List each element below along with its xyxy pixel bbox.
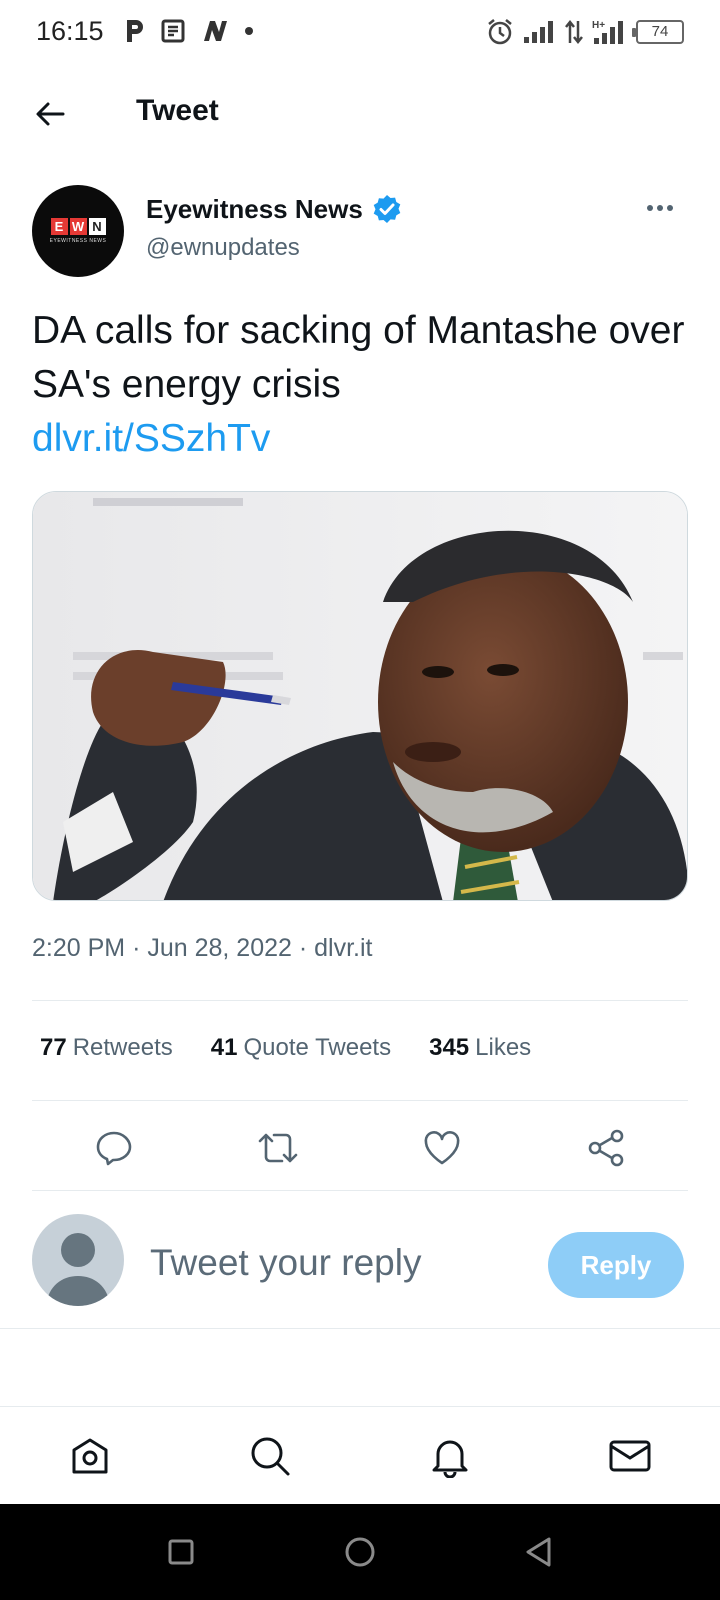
tweet-time: 2:20 PM — [32, 934, 126, 962]
circle-icon — [345, 1537, 375, 1567]
dot-icon — [245, 27, 253, 35]
status-bar: 16:15 H+ 74 — [0, 0, 720, 64]
retweets-count: 77 — [40, 1034, 67, 1061]
alarm-icon — [488, 19, 512, 45]
ewn-logo-e: E — [50, 218, 68, 235]
battery-icon: 74 — [632, 20, 684, 44]
author-name[interactable]: Eyewitness News — [146, 194, 363, 225]
tweet-stats: 77 Retweets 41 Quote Tweets 345 Likes — [40, 1034, 531, 1062]
ewn-logo-w: W — [69, 218, 87, 235]
bell-icon — [432, 1440, 468, 1478]
ewn-logo-sub: EYEWITNESS NEWS — [49, 238, 107, 244]
arrow-left-icon — [36, 102, 65, 126]
tweet-link[interactable]: dlvr.it/SSzhTv — [32, 412, 270, 466]
like-action-button[interactable] — [418, 1124, 466, 1172]
status-right-icons: H+ 74 — [486, 18, 684, 46]
hplus-signal-icon: H+ — [592, 20, 623, 44]
tweet-meta: 2:20 PM · Jun 28, 2022 · dlvr.it — [32, 934, 373, 963]
more-dot-icon — [647, 205, 653, 211]
status-time: 16:15 — [36, 16, 104, 46]
ewn-logo-n: N — [88, 218, 106, 235]
search-icon — [251, 1437, 290, 1476]
tweet-source[interactable]: dlvr.it — [314, 934, 372, 962]
author-handle[interactable]: @ewnupdates — [146, 234, 300, 262]
signal-icon — [524, 21, 553, 43]
system-nav-bar — [0, 1504, 720, 1600]
user-avatar[interactable] — [32, 1214, 124, 1306]
back-system-button[interactable] — [518, 1531, 560, 1573]
divider — [32, 1000, 688, 1001]
author-avatar[interactable]: E W N EYEWITNESS NEWS — [32, 185, 124, 277]
share-icon — [588, 1129, 624, 1167]
more-options-button[interactable] — [642, 196, 678, 220]
default-avatar-icon — [46, 1233, 110, 1306]
more-dot-icon — [667, 205, 673, 211]
quotes-label: Quote Tweets — [243, 1034, 392, 1061]
data-arrows-icon — [565, 19, 583, 45]
meta-separator: · — [298, 934, 308, 962]
retweets-label: Retweets — [72, 1034, 173, 1061]
divider — [0, 1328, 720, 1329]
quotes-stat[interactable]: 41 Quote Tweets — [211, 1034, 391, 1062]
square-icon — [168, 1539, 194, 1565]
retweets-stat[interactable]: 77 Retweets — [40, 1034, 173, 1062]
page-title: Tweet — [136, 94, 219, 127]
retweet-action-button[interactable] — [254, 1124, 302, 1172]
triangle-back-icon — [526, 1537, 551, 1567]
home-system-button[interactable] — [339, 1531, 381, 1573]
tweet-date: Jun 28, 2022 — [147, 934, 292, 962]
heart-icon — [424, 1131, 460, 1165]
status-left-icons — [124, 18, 254, 44]
home-icon — [72, 1438, 108, 1474]
reply-input[interactable] — [150, 1238, 530, 1288]
quotes-count: 41 — [210, 1034, 238, 1061]
meta-separator: · — [132, 934, 141, 962]
likes-stat[interactable]: 345 Likes — [429, 1034, 531, 1062]
tweet-text: DA calls for sacking of Mantashe over SA… — [32, 309, 685, 406]
nav-notifications[interactable] — [425, 1431, 475, 1481]
nav-home[interactable] — [65, 1431, 115, 1481]
comment-icon — [96, 1131, 132, 1166]
tweet-photo — [33, 492, 687, 900]
ewn-logo: E W N — [50, 218, 106, 235]
mail-icon — [609, 1440, 651, 1472]
recent-apps-button[interactable] — [160, 1531, 202, 1573]
reply-button[interactable]: Reply — [548, 1232, 684, 1298]
tweet-actions — [32, 1124, 688, 1172]
back-button[interactable] — [30, 94, 70, 134]
tweet-image[interactable] — [32, 491, 688, 901]
nav-messages[interactable] — [605, 1431, 655, 1481]
svg-text:H+: H+ — [592, 20, 605, 31]
reply-action-button[interactable] — [90, 1124, 138, 1172]
p-icon — [127, 20, 143, 42]
more-dot-icon — [657, 205, 663, 211]
likes-count: 345 — [429, 1034, 470, 1061]
share-action-button[interactable] — [582, 1124, 630, 1172]
news-icon — [161, 19, 185, 43]
nav-search[interactable] — [245, 1431, 295, 1481]
likes-label: Likes — [475, 1034, 532, 1061]
divider — [32, 1190, 688, 1191]
n-icon — [204, 21, 227, 41]
top-bar: Tweet — [0, 80, 720, 144]
verified-badge-icon — [373, 195, 401, 223]
divider — [32, 1100, 688, 1101]
retweet-icon — [258, 1133, 298, 1163]
author-name-row[interactable]: Eyewitness News — [146, 193, 403, 225]
bottom-nav — [0, 1406, 720, 1504]
